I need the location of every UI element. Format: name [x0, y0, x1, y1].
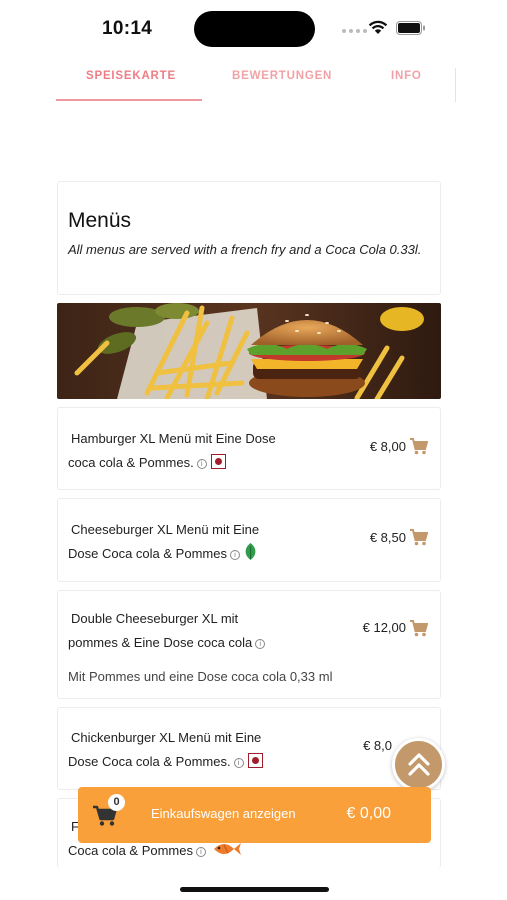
red-square-icon	[210, 454, 226, 469]
add-to-cart-icon[interactable]	[410, 529, 428, 546]
add-to-cart-icon[interactable]	[410, 620, 428, 637]
tab-info[interactable]: INFO	[391, 70, 422, 82]
status-time: 10:14	[102, 18, 153, 39]
category-title: Menüs	[68, 209, 132, 232]
item-name: Chickenburger XL Menü mit Eine Dose Coca…	[68, 730, 263, 769]
category-description: All menus are served with a french fry a…	[68, 242, 422, 257]
item-name: Double Cheeseburger XL mit pommes & Eine…	[68, 607, 358, 655]
status-bar: 10:14	[0, 0, 507, 58]
red-square-icon	[247, 753, 263, 768]
tab-bar: SPEISEKARTE BEWERTUNGEN INFO	[56, 60, 456, 102]
menu-item-card[interactable]: Hamburger XL Menü mit Eine Dose coca col…	[57, 407, 441, 490]
tabs-divider	[455, 68, 456, 102]
info-icon[interactable]: i	[233, 758, 244, 768]
item-price: € 8,00	[369, 439, 406, 454]
item-price: € 12,00	[362, 620, 406, 635]
item-name: Cheeseburger XL Menü mit Eine Dose Coca …	[68, 522, 260, 561]
item-description: Mit Pommes und eine Dose coca cola 0,33 …	[68, 669, 333, 684]
info-icon[interactable]: i	[255, 639, 266, 649]
add-to-cart-icon[interactable]	[410, 438, 428, 455]
menu-item-card[interactable]: Chickenburger XL Menü mit Eine Dose Coca…	[57, 707, 441, 790]
info-icon[interactable]: i	[229, 550, 240, 560]
dynamic-island	[194, 11, 315, 47]
category-header-card: Menüs All menus are served with a french…	[57, 181, 441, 295]
cart-label: Einkaufswagen anzeigen	[151, 806, 296, 821]
tab-bewertungen[interactable]: BEWERTUNGEN	[232, 70, 332, 82]
view-cart-button[interactable]: 0 Einkaufswagen anzeigen € 0,00	[78, 787, 431, 843]
cart-count-badge: 0	[108, 794, 125, 811]
item-price: € 8,50	[369, 530, 406, 545]
home-indicator[interactable]	[180, 887, 329, 892]
burger-fries-image	[57, 303, 441, 399]
scroll-to-top-button[interactable]	[392, 738, 445, 791]
info-icon[interactable]: i	[196, 459, 207, 469]
double-chevron-up-icon	[408, 753, 430, 776]
active-tab-indicator	[56, 99, 202, 101]
signal-icon	[342, 29, 367, 33]
battery-icon	[396, 21, 425, 35]
menu-item-card[interactable]: Cheeseburger XL Menü mit Eine Dose Coca …	[57, 498, 441, 582]
wifi-icon	[368, 20, 388, 34]
info-icon[interactable]: i	[196, 847, 206, 857]
menu-item-card[interactable]: Double Cheeseburger XL mit pommes & Eine…	[57, 590, 441, 699]
tab-speisekarte[interactable]: SPEISEKARTE	[86, 70, 176, 82]
item-price: € 8,0	[363, 738, 392, 753]
fish-icon	[214, 843, 241, 855]
leaf-icon	[245, 543, 256, 560]
cart-total: € 0,00	[346, 805, 391, 822]
category-banner-image	[57, 303, 441, 399]
item-name: Hamburger XL Menü mit Eine Dose coca col…	[68, 431, 276, 470]
